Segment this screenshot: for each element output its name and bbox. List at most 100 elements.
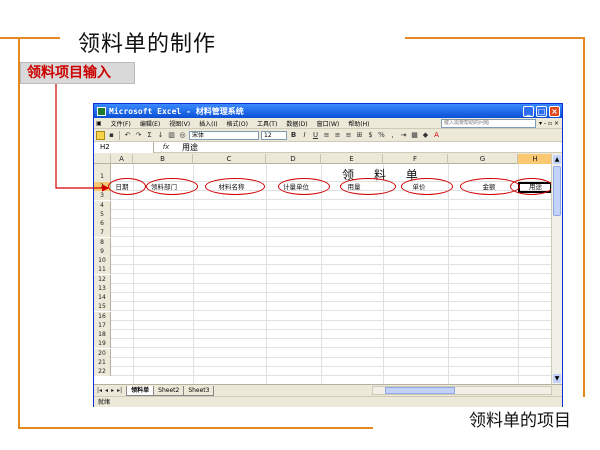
- menu-file[interactable]: 文件(F): [111, 119, 131, 128]
- row-number[interactable]: 9: [94, 246, 111, 256]
- font-size-select[interactable]: 12: [261, 130, 287, 140]
- fx-icon[interactable]: fx: [154, 143, 178, 151]
- bold-icon[interactable]: B: [289, 131, 298, 140]
- scroll-down-icon[interactable]: ▼: [553, 374, 561, 383]
- table-row[interactable]: 12: [94, 274, 553, 284]
- align-left-icon[interactable]: ≡: [322, 131, 331, 140]
- table-row[interactable]: 4: [94, 200, 553, 210]
- menu-view[interactable]: 视图(V): [169, 119, 190, 128]
- row-number[interactable]: 4: [94, 200, 111, 210]
- menu-help[interactable]: 帮助(H): [348, 119, 369, 128]
- row-number[interactable]: 19: [94, 339, 111, 349]
- first-sheet-icon[interactable]: |◂: [97, 387, 102, 394]
- minimize-icon[interactable]: _: [523, 105, 534, 117]
- row-number[interactable]: 16: [94, 311, 111, 321]
- row-number[interactable]: 10: [94, 256, 111, 265]
- scroll-thumb[interactable]: [553, 166, 561, 216]
- table-row[interactable]: 21: [94, 357, 553, 367]
- save-icon[interactable]: ▪: [107, 131, 116, 140]
- tab-sheet-active[interactable]: 领料单: [126, 385, 155, 396]
- column-header-selected[interactable]: H: [518, 154, 553, 164]
- row-number[interactable]: 5: [94, 209, 111, 219]
- menu-data[interactable]: 数据(D): [286, 119, 307, 128]
- align-right-icon[interactable]: ≡: [344, 131, 353, 140]
- name-box[interactable]: H2: [94, 141, 154, 153]
- formula-input[interactable]: 用途: [178, 142, 198, 153]
- help-search-input[interactable]: 键入需要帮助的问题: [441, 118, 536, 128]
- maximize-icon[interactable]: □: [536, 105, 547, 117]
- vertical-scrollbar[interactable]: ▲ ▼: [551, 154, 562, 384]
- table-row[interactable]: 11: [94, 265, 553, 275]
- table-row[interactable]: 16: [94, 311, 553, 321]
- tab-sheet2[interactable]: Sheet2: [153, 385, 185, 396]
- table-row[interactable]: 22: [94, 367, 553, 376]
- menu-insert[interactable]: 插入(I): [199, 119, 217, 128]
- next-sheet-icon[interactable]: ▸: [111, 387, 114, 394]
- table-row[interactable]: 8: [94, 237, 553, 247]
- column-header[interactable]: E: [321, 154, 383, 164]
- row-number[interactable]: 12: [94, 274, 111, 284]
- undo-icon[interactable]: ↶: [123, 131, 132, 140]
- column-header[interactable]: C: [193, 154, 266, 164]
- row-number[interactable]: 20: [94, 348, 111, 358]
- row-number[interactable]: 8: [94, 237, 111, 247]
- align-center-icon[interactable]: ≡: [333, 131, 342, 140]
- merge-icon[interactable]: ⊞: [355, 131, 364, 140]
- comma-icon[interactable]: ,: [388, 131, 397, 140]
- row-number[interactable]: 14: [94, 293, 111, 302]
- close-icon[interactable]: ×: [549, 105, 560, 117]
- table-row[interactable]: 19: [94, 339, 553, 349]
- table-row[interactable]: 9: [94, 246, 553, 256]
- select-all-corner[interactable]: [94, 154, 111, 164]
- redo-icon[interactable]: ↷: [134, 131, 143, 140]
- column-header[interactable]: D: [266, 154, 321, 164]
- menu-format[interactable]: 格式(O): [227, 119, 248, 128]
- row-number[interactable]: 22: [94, 367, 111, 376]
- horizontal-scrollbar[interactable]: [372, 386, 552, 395]
- table-row[interactable]: 15: [94, 302, 553, 312]
- table-row[interactable]: 20: [94, 348, 553, 358]
- menu-tools[interactable]: 工具(T): [257, 119, 277, 128]
- doc-close-icon[interactable]: ▾ - ▫ ×: [539, 120, 559, 127]
- worksheet-grid[interactable]: A B C D E F G H 1 2 3 4 5 6 7 8 9 10 11 12 13 14 15 16 1…: [94, 154, 553, 384]
- table-row[interactable]: 6: [94, 219, 553, 228]
- column-header[interactable]: G: [448, 154, 518, 164]
- row-number[interactable]: 6: [94, 219, 111, 228]
- table-row[interactable]: 13: [94, 283, 553, 293]
- borders-icon[interactable]: ▦: [410, 131, 419, 140]
- hscroll-thumb[interactable]: [385, 387, 455, 394]
- column-header[interactable]: A: [111, 154, 133, 164]
- font-name-select[interactable]: 宋体: [189, 130, 259, 140]
- row-number[interactable]: 17: [94, 320, 111, 330]
- table-row[interactable]: 18: [94, 330, 553, 339]
- row-number[interactable]: 7: [94, 228, 111, 238]
- row-number[interactable]: 11: [94, 265, 111, 275]
- zoom-icon[interactable]: ◎: [178, 131, 187, 140]
- menu-window[interactable]: 窗口(W): [317, 119, 340, 128]
- document-icon[interactable]: ▣: [96, 120, 102, 127]
- table-row[interactable]: 17: [94, 320, 553, 330]
- currency-icon[interactable]: $: [366, 131, 375, 140]
- table-row[interactable]: 5: [94, 209, 553, 219]
- row-number[interactable]: 18: [94, 330, 111, 339]
- table-row[interactable]: 14: [94, 293, 553, 302]
- row-number[interactable]: 1: [94, 164, 111, 182]
- row-number[interactable]: 15: [94, 302, 111, 312]
- percent-icon[interactable]: %: [377, 131, 386, 140]
- prev-sheet-icon[interactable]: ◂: [105, 387, 108, 394]
- column-header[interactable]: B: [133, 154, 193, 164]
- underline-icon[interactable]: U: [311, 131, 320, 140]
- row-number[interactable]: 13: [94, 283, 111, 293]
- italic-icon[interactable]: I: [300, 131, 309, 140]
- tab-sheet3[interactable]: Sheet3: [183, 385, 215, 396]
- row-number[interactable]: 21: [94, 357, 111, 367]
- column-header[interactable]: F: [383, 154, 448, 164]
- chart-icon[interactable]: ▥: [167, 131, 176, 140]
- table-row[interactable]: 7: [94, 228, 553, 238]
- indent-icon[interactable]: ⇥: [399, 131, 408, 140]
- autosum-icon[interactable]: Σ: [145, 131, 154, 140]
- table-row[interactable]: 10: [94, 256, 553, 265]
- scroll-up-icon[interactable]: ▲: [553, 155, 561, 164]
- row-number[interactable]: 3: [94, 191, 111, 201]
- last-sheet-icon[interactable]: ▸|: [117, 387, 122, 394]
